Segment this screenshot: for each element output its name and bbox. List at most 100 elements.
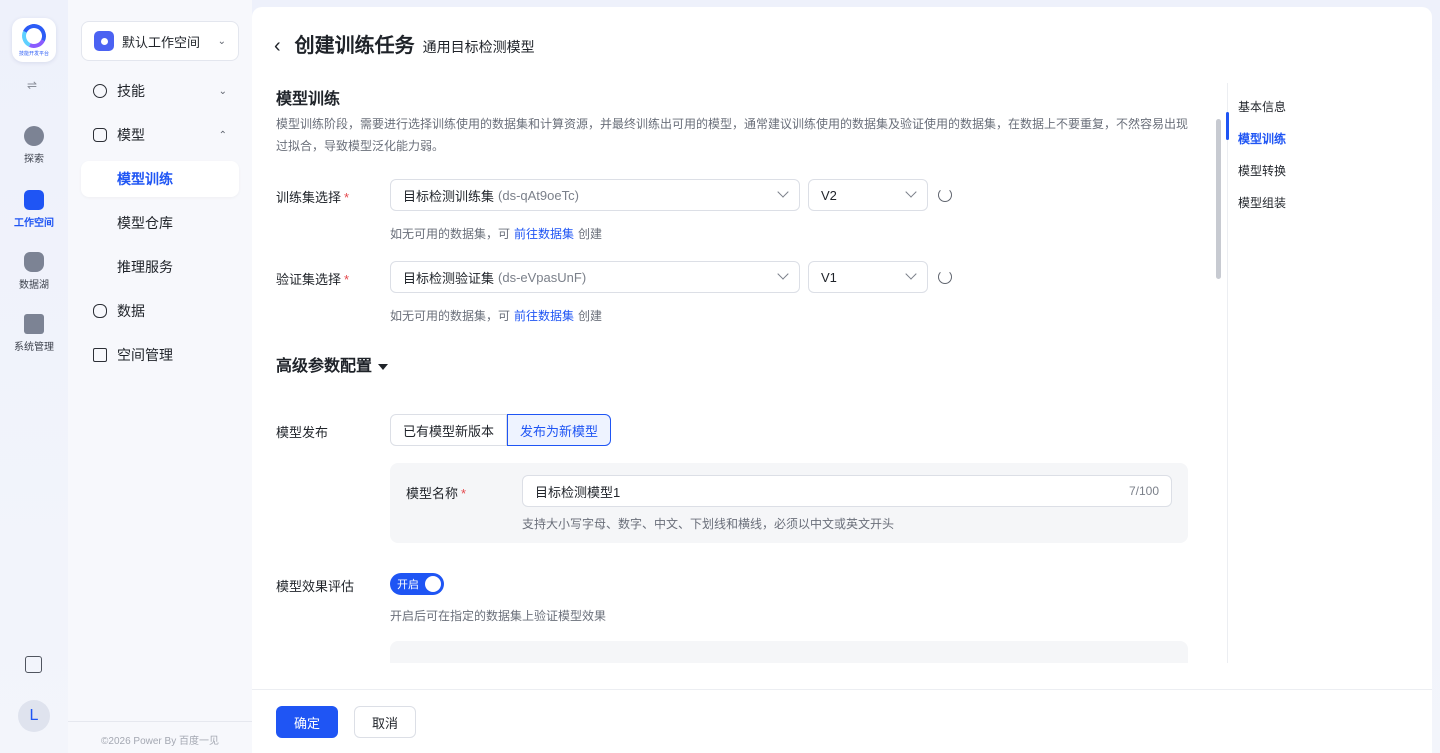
menu-item-label: 空间管理	[117, 347, 173, 363]
val-set-value: 目标检测验证集	[403, 270, 495, 286]
chevron-up-icon: ⌃	[218, 129, 227, 141]
scrollbar[interactable]	[1214, 83, 1222, 663]
menu-item-label: 模型仓库	[117, 215, 173, 231]
train-version-value: V2	[821, 187, 837, 203]
menu-item-label: 技能	[117, 83, 145, 99]
menu-item-space-management[interactable]: 空间管理	[81, 337, 239, 373]
switch-arrows-icon[interactable]: ⇌	[27, 78, 37, 92]
server-icon	[24, 314, 44, 334]
evaluation-toggle[interactable]: 开启	[390, 573, 444, 595]
refresh-icon[interactable]	[938, 188, 952, 202]
anchor-nav: 基本信息 模型训练 模型转换 模型组装	[1226, 83, 1427, 663]
app-logo[interactable]: 技能开发平台	[12, 18, 56, 62]
rail-item-label: 工作空间	[14, 218, 54, 229]
train-set-value: 目标检测训练集	[403, 188, 495, 204]
evaluation-panel	[390, 641, 1188, 663]
train-version-select[interactable]: V2	[808, 179, 928, 211]
option-publish-new-model[interactable]: 发布为新模型	[507, 414, 612, 446]
page-header: ‹ 创建训练任务 通用目标检测模型	[274, 29, 535, 58]
rail-item-label: 探索	[24, 154, 44, 165]
model-name-label: 模型名称 *	[406, 483, 466, 502]
rail-item-workspace[interactable]: 工作空间	[0, 190, 68, 229]
anchor-model-conversion[interactable]: 模型转换	[1238, 162, 1286, 179]
menu-item-label: 模型	[117, 127, 145, 143]
evaluation-label: 模型效果评估	[276, 579, 355, 594]
anchor-model-training[interactable]: 模型训练	[1238, 130, 1286, 147]
advanced-config-toggle[interactable]: 高级参数配置	[276, 352, 389, 376]
side-menu: 默认工作空间 ⌄ 技能 ⌄ 模型 ⌃ 模型训练 模型仓库 推理服务 数据 空间管…	[68, 0, 252, 753]
chevron-down-icon: ⌄	[217, 35, 226, 47]
evaluation-hint: 开启后可在指定的数据集上验证模型效果	[390, 609, 607, 623]
main-card: ‹ 创建训练任务 通用目标检测模型 模型训练 模型训练阶段，需要进行选择训练使用…	[252, 7, 1432, 753]
hint-text: 如无可用的数据集，可	[390, 227, 511, 241]
book-icon	[93, 348, 107, 362]
menu-item-label: 推理服务	[117, 259, 173, 275]
rail-item-datalake[interactable]: 数据湖	[0, 252, 68, 291]
val-set-select[interactable]: 目标检测验证集 (ds-eVpasUnF)	[390, 261, 800, 293]
footer-bar: 确定 取消	[252, 689, 1432, 753]
hint-suffix: 创建	[578, 309, 603, 323]
model-name-panel: 模型名称 * 目标检测模型1 7/100 支持大小写字母、数字、中文、下划线和横线…	[390, 463, 1188, 543]
rail-item-explore[interactable]: 探索	[0, 126, 68, 165]
menu-item-model[interactable]: 模型 ⌃	[81, 117, 239, 153]
model-name-label-text: 模型名称	[406, 486, 459, 501]
train-set-code: (ds-qAt9oeTc)	[498, 187, 579, 203]
caret-down-icon	[378, 363, 389, 370]
train-set-select[interactable]: 目标检测训练集 (ds-qAt9oeTc)	[390, 179, 800, 211]
option-existing-model-version[interactable]: 已有模型新版本	[390, 414, 508, 446]
train-set-hint: 如无可用的数据集，可 前往数据集 创建	[390, 225, 602, 242]
confirm-button[interactable]: 确定	[276, 706, 338, 738]
toggle-label: 开启	[397, 579, 419, 591]
chevron-down-icon: ⌄	[218, 85, 227, 97]
train-set-label-text: 训练集选择	[276, 190, 342, 205]
form-content[interactable]: 模型训练 模型训练阶段，需要进行选择训练使用的数据集和计算资源，并最终训练出可用…	[276, 83, 1190, 663]
val-version-value: V1	[821, 269, 837, 285]
rail-item-label: 系统管理	[14, 342, 54, 353]
workspace-selector[interactable]: 默认工作空间 ⌄	[81, 21, 239, 61]
scrollbar-thumb[interactable]	[1216, 119, 1221, 279]
menu-item-model-repository[interactable]: 模型仓库	[81, 205, 239, 241]
menu-item-data[interactable]: 数据	[81, 293, 239, 329]
section-title: 模型训练	[276, 91, 341, 108]
model-name-input[interactable]: 目标检测模型1 7/100	[522, 475, 1172, 507]
val-version-select[interactable]: V1	[808, 261, 928, 293]
chevron-down-icon	[905, 268, 917, 280]
char-counter: 7/100	[1128, 484, 1159, 498]
anchor-active-indicator	[1226, 112, 1229, 140]
cube-icon	[93, 128, 107, 142]
hint-text: 如无可用的数据集，可	[390, 309, 511, 323]
val-set-hint: 如无可用的数据集，可 前往数据集 创建	[390, 307, 602, 324]
calendar-clock-icon[interactable]	[25, 656, 42, 673]
cancel-button[interactable]: 取消	[354, 706, 416, 738]
back-arrow-icon[interactable]: ‹	[274, 35, 281, 58]
terminal-folder-icon	[24, 190, 44, 210]
database-icon	[24, 252, 44, 272]
menu-item-model-training[interactable]: 模型训练	[81, 161, 239, 197]
icon-rail: 技能开发平台 ⇌ 探索 工作空间 数据湖 系统管理 L	[0, 0, 68, 753]
chevron-down-icon	[905, 186, 917, 198]
anchor-basic-info[interactable]: 基本信息	[1238, 98, 1286, 115]
anchor-model-assembly[interactable]: 模型组装	[1238, 194, 1286, 211]
copyright: ©2026 Power By 百度一见	[68, 721, 252, 747]
hint-suffix: 创建	[578, 227, 603, 241]
model-name-hint: 支持大小写字母、数字、中文、下划线和横线，必须以中文或英文开头	[522, 517, 895, 531]
menu-item-inference-service[interactable]: 推理服务	[81, 249, 239, 285]
goto-dataset-link[interactable]: 前往数据集	[514, 227, 574, 241]
val-set-label: 验证集选择 *	[276, 269, 349, 288]
goto-dataset-link[interactable]: 前往数据集	[514, 309, 574, 323]
menu-item-label: 模型训练	[117, 171, 173, 187]
advanced-config-title: 高级参数配置	[276, 358, 373, 375]
rail-item-system[interactable]: 系统管理	[0, 314, 68, 353]
model-name-value: 目标检测模型1	[535, 484, 621, 500]
page-subtitle: 通用目标检测模型	[422, 39, 535, 55]
logo-text: 技能开发平台	[18, 50, 49, 57]
avatar[interactable]: L	[18, 700, 50, 732]
planet-icon	[24, 126, 44, 146]
database-icon	[93, 304, 107, 318]
menu-item-skills[interactable]: 技能 ⌄	[81, 73, 239, 109]
logo-ring-icon	[18, 20, 50, 51]
required-mark: *	[461, 486, 467, 501]
refresh-icon[interactable]	[938, 270, 952, 284]
required-mark: *	[344, 272, 350, 287]
val-set-label-text: 验证集选择	[276, 272, 342, 287]
